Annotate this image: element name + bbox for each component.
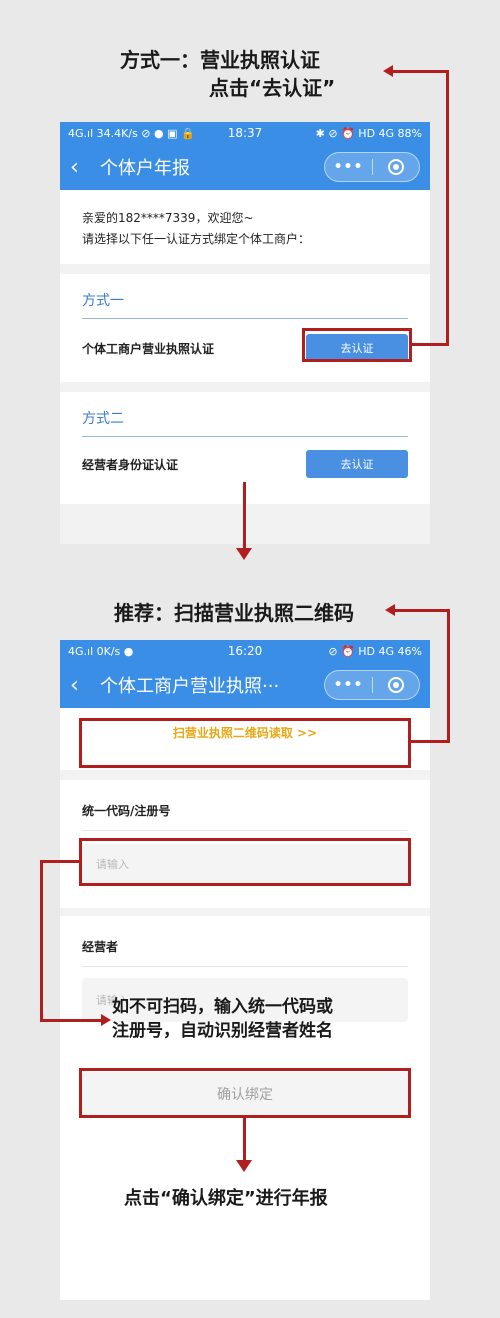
arrow-left-icon: [383, 65, 393, 77]
highlight-code-input: [79, 838, 411, 886]
instruction-text: 请选择以下任一认证方式绑定个体工商户：: [82, 232, 311, 246]
more-dots-icon[interactable]: •••: [325, 159, 372, 175]
caption-method-one: 方式一：营业执照认证: [120, 48, 320, 72]
close-target-icon-2[interactable]: [373, 677, 419, 693]
caption-click-certify: 点击“去认证”: [209, 76, 336, 100]
highlight-scan-link: [79, 718, 411, 768]
note-line-2: 注册号，自动识别经营者姓名: [112, 1021, 333, 1041]
code-label: 统一代码/注册号: [82, 804, 171, 818]
back-arrow-icon[interactable]: ‹: [70, 155, 92, 180]
page-title-2: 个体工商户营业执照···: [100, 676, 280, 697]
nav-bar: ‹ 个体户年报 •••: [60, 144, 430, 190]
operator-label: 经营者: [82, 940, 119, 954]
arrow-left-icon-2: [385, 604, 395, 616]
nav-bar-2: ‹ 个体工商户营业执照··· •••: [60, 662, 430, 708]
note-line-1: 如不可扫码，输入统一代码或: [112, 997, 333, 1017]
business-license-label: 个体工商户营业执照认证: [82, 342, 215, 356]
method-one-title: 方式一: [82, 293, 124, 309]
id-certify-button[interactable]: 去认证: [306, 450, 408, 478]
greeting-text: 亲爱的182****7339，欢迎您~: [82, 211, 254, 225]
caption-confirm-bind: 点击“确认绑定”进行年报: [124, 1188, 328, 1209]
arrow-right-icon: [101, 1014, 111, 1026]
status-bar-2: 4G.ıl 0K/s ● 16:20 ⊘ ⏰ HD 4G 46%: [60, 640, 430, 662]
close-target-icon[interactable]: [373, 159, 419, 175]
status-bar: 4G.ıl 34.4K/s ⊘ ● ▣ 🔒 18:37 ✱ ⊘ ⏰ HD 4G …: [60, 122, 430, 144]
method-two-title: 方式二: [82, 411, 124, 427]
status-time: 18:37: [227, 126, 263, 140]
highlight-certify-button: [302, 328, 412, 362]
status-time-2: 16:20: [227, 644, 263, 658]
back-arrow-icon-2[interactable]: ‹: [70, 673, 92, 698]
arrow-down-icon-2: [236, 1160, 252, 1172]
page-title: 个体户年报: [100, 158, 190, 179]
mini-program-capsule: •••: [324, 152, 420, 182]
highlight-confirm-button: [79, 1068, 411, 1118]
arrow-down-icon: [236, 548, 252, 560]
mini-program-capsule-2: •••: [324, 670, 420, 700]
more-dots-icon-2[interactable]: •••: [325, 677, 372, 693]
caption-recommend-scan: 推荐：扫描营业执照二维码: [114, 601, 354, 625]
operator-field-group: 经营者 请输入: [60, 916, 430, 1066]
id-card-label: 经营者身份证认证: [82, 458, 179, 472]
